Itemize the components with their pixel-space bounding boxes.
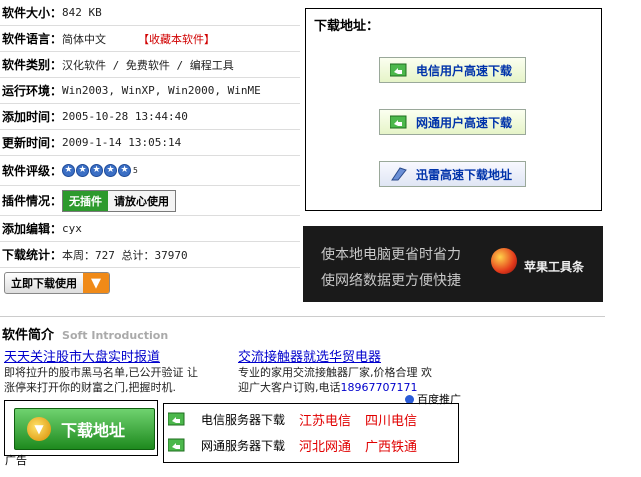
editor-value: cyx	[62, 222, 82, 235]
download-box-title: 下载地址：	[314, 19, 380, 34]
info-row-updated: 更新时间： 2009-1-14 13:05:14	[0, 130, 300, 156]
rating-stars: ★ ★ ★ ★ ★ 5	[62, 164, 138, 177]
star-icon: ★	[90, 164, 104, 177]
green-arrow-icon	[390, 115, 408, 129]
plugin-label: 插件情况：	[2, 194, 63, 208]
size-label: 软件大小：	[2, 6, 63, 20]
info-row-rating: 软件评级： ★ ★ ★ ★ ★ 5	[0, 156, 300, 186]
favorite-link[interactable]: 【收藏本软件】	[138, 31, 215, 47]
intro-title-en: Soft Introduction	[62, 329, 169, 342]
star-icon: ★	[104, 164, 118, 177]
netcom-download-button[interactable]: 网通用户高速下载	[379, 109, 526, 135]
stats-value: 本周：727 总计：37970	[62, 248, 188, 262]
telecom-download-label: 电信用户高速下载	[416, 63, 513, 78]
arrow-down-icon: ▼	[83, 273, 109, 293]
star-icon: ★	[118, 164, 132, 177]
link-jiangsu-telecom[interactable]: 江苏电信	[299, 410, 351, 429]
added-label: 添加时间：	[2, 110, 63, 124]
info-row-category: 软件类别： 汉化软件 / 免费软件 / 编程工具	[0, 52, 300, 78]
info-row-editor: 添加编辑： cyx	[0, 216, 300, 242]
environment-value: Win2003, WinXP, Win2000, WinME	[62, 84, 261, 97]
server-row-telecom: 电信服务器下载 江苏电信 四川电信	[164, 407, 417, 431]
info-row-environment: 运行环境： Win2003, WinXP, Win2000, WinME	[0, 78, 300, 104]
green-arrow-icon	[390, 63, 408, 77]
link-hebei-netcom[interactable]: 河北网通	[299, 436, 351, 455]
banner-line-1: 使本地电脑更省时省力	[321, 247, 461, 263]
info-row-stats: 下载统计： 本周：727 总计：37970	[0, 242, 300, 268]
big-download-button[interactable]: ▼ 下载地址	[14, 408, 155, 450]
info-row-added: 添加时间： 2005-10-28 13:44:40	[0, 104, 300, 130]
updated-label: 更新时间：	[2, 136, 63, 150]
stats-label: 下载统计：	[2, 248, 63, 262]
ad-contactor-headline[interactable]: 交流接触器就选华贸电器	[238, 346, 463, 365]
ad-label: 广告	[5, 454, 27, 467]
download-address-box: 下载地址： 电信用户高速下载 网通用户高速下载 迅雷高速下载地址	[305, 8, 602, 211]
plugin-status-badge: 无插件 请放心使用	[62, 189, 177, 212]
apple-toolbar-banner[interactable]: 使本地电脑更省时省力 使网络数据更方便快捷 苹果工具条	[303, 226, 603, 302]
banner-line-2: 使网络数据更方便快捷	[321, 273, 461, 289]
download-icon: ▼	[27, 417, 51, 441]
banner-brand: 苹果工具条	[524, 260, 585, 274]
category-label: 软件类别：	[2, 58, 63, 72]
updated-value: 2009-1-14 13:05:14	[62, 136, 182, 149]
green-arrow-icon	[168, 412, 186, 426]
ad-contactor-desc-2-text: 迎广大客户订购,电话	[238, 381, 341, 394]
info-row-size: 软件大小： 842 KB	[0, 0, 300, 26]
big-download-box: ▼ 下载地址	[4, 400, 158, 456]
ad-stock-headline[interactable]: 天天关注股市大盘实时报道	[4, 346, 229, 365]
rating-label: 软件评级：	[2, 164, 63, 178]
server-row-netcom: 网通服务器下载 河北网通 广西铁通	[164, 433, 417, 457]
thunder-download-label: 迅雷高速下载地址	[416, 167, 513, 182]
ad-stock[interactable]: 天天关注股市大盘实时报道 即将拉升的股市黑马名单,已公开验证 让 涨停来打开你的…	[4, 346, 229, 395]
ad-contactor-desc-1: 专业的家用交流接触器厂家,价格合理 欢	[238, 366, 432, 379]
language-value: 简体中文	[62, 32, 107, 46]
link-sichuan-telecom[interactable]: 四川电信	[365, 410, 417, 429]
ad-contactor[interactable]: 交流接触器就选华贸电器 专业的家用交流接触器厂家,价格合理 欢 迎广大客户订购,…	[238, 346, 463, 395]
info-row-download: 立即下载使用 ▼	[0, 268, 300, 298]
plugin-safe-text: 请放心使用	[114, 194, 170, 208]
star-icon: ★	[76, 164, 90, 177]
no-plugin-badge: 无插件	[63, 190, 109, 211]
environment-label: 运行环境：	[2, 84, 63, 98]
category-value: 汉化软件 / 免费软件 / 编程工具	[62, 58, 234, 72]
info-row-language: 软件语言： 简体中文 【收藏本软件】	[0, 26, 300, 52]
added-value: 2005-10-28 13:44:40	[62, 110, 188, 123]
ad-stock-desc-2: 涨停来打开你的财富之门,把握时机.	[4, 381, 176, 394]
apple-logo-icon	[491, 248, 517, 274]
rating-value: 5	[133, 166, 138, 175]
telecom-download-button[interactable]: 电信用户高速下载	[379, 57, 526, 83]
language-label: 软件语言：	[2, 32, 63, 46]
link-guangxi-railcom[interactable]: 广西铁通	[365, 436, 417, 455]
ad-stock-desc-1: 即将拉升的股市黑马名单,已公开验证 让	[4, 366, 198, 379]
netcom-server-label: 网通服务器下载	[201, 438, 286, 453]
software-info-panel: 软件大小： 842 KB 软件语言： 简体中文 【收藏本软件】 软件类别： 汉化…	[0, 0, 300, 298]
netcom-download-label: 网通用户高速下载	[416, 115, 513, 130]
download-now-button[interactable]: 立即下载使用 ▼	[4, 272, 110, 294]
size-value: 842 KB	[62, 6, 102, 19]
big-download-label: 下载地址	[61, 421, 126, 440]
server-download-box: 电信服务器下载 江苏电信 四川电信 网通服务器下载 河北网通 广西铁通	[163, 403, 459, 463]
thunder-download-button[interactable]: 迅雷高速下载地址	[379, 161, 526, 187]
green-arrow-icon	[168, 438, 186, 452]
intro-title-cn: 软件简介	[2, 328, 55, 343]
telecom-server-label: 电信服务器下载	[201, 412, 286, 427]
section-divider	[0, 316, 605, 317]
info-row-plugin: 插件情况： 无插件 请放心使用	[0, 186, 300, 216]
thunder-icon	[390, 167, 408, 181]
editor-label: 添加编辑：	[2, 222, 63, 236]
star-icon: ★	[62, 164, 76, 177]
soft-intro-heading: 软件简介 Soft Introduction	[2, 324, 168, 343]
download-now-label: 立即下载使用	[11, 277, 77, 290]
